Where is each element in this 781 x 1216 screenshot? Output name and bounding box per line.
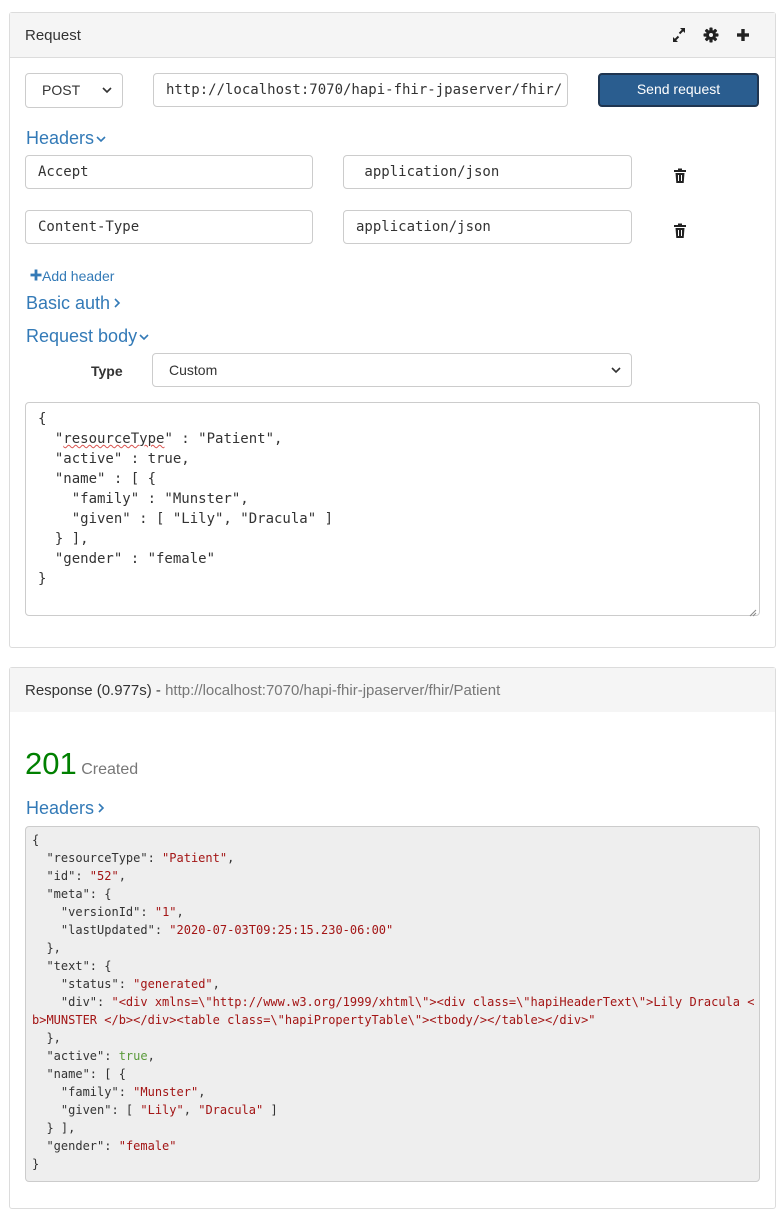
response-headers-toggle[interactable]: Headers bbox=[26, 798, 106, 819]
response-status: 201 Created bbox=[25, 746, 138, 782]
chevron-right-icon bbox=[96, 802, 106, 817]
header-name-input[interactable]: Content-Type bbox=[25, 210, 313, 244]
trash-icon[interactable] bbox=[673, 168, 687, 184]
plus-icon bbox=[30, 268, 42, 284]
code-line: } bbox=[38, 571, 47, 587]
resize-handle-icon[interactable] bbox=[747, 603, 757, 617]
headers-label: Headers bbox=[26, 128, 95, 148]
header-value-input[interactable]: application/json bbox=[343, 155, 632, 189]
code-line: { bbox=[38, 411, 47, 427]
code-line: "active" : true, bbox=[38, 451, 190, 467]
request-body-toggle[interactable]: Request body bbox=[26, 326, 149, 347]
add-header-label: Add header bbox=[42, 268, 115, 284]
chevron-down-icon bbox=[102, 83, 112, 100]
basic-auth-toggle[interactable]: Basic auth bbox=[26, 293, 122, 314]
chevron-down-icon bbox=[611, 363, 621, 380]
url-input[interactable]: http://localhost:7070/hapi-fhir-jpaserve… bbox=[153, 73, 568, 107]
request-body-textarea[interactable]: { "resourceType" : "Patient", "active" :… bbox=[25, 402, 760, 617]
header-name-input[interactable]: Accept bbox=[25, 155, 313, 189]
chevron-right-icon bbox=[112, 297, 122, 312]
code-line: "given" : [ "Lily", "Dracula" ] bbox=[38, 511, 334, 527]
response-panel-title: Response (0.977s) - http://localhost:707… bbox=[25, 682, 500, 699]
code-line: } ], bbox=[38, 531, 89, 547]
expand-icon[interactable] bbox=[670, 25, 688, 45]
status-code: 201 bbox=[25, 746, 77, 781]
type-value: Custom bbox=[169, 362, 218, 378]
request-panel-header: Request bbox=[10, 13, 775, 58]
request-body-label: Request body bbox=[26, 326, 138, 346]
method-value: POST bbox=[42, 82, 81, 98]
chevron-down-icon bbox=[96, 132, 106, 147]
add-header-button[interactable]: Add header bbox=[30, 268, 114, 284]
response-url: http://localhost:7070/hapi-fhir-jpaserve… bbox=[165, 682, 501, 699]
send-request-button[interactable]: Send request bbox=[598, 73, 759, 107]
trash-icon[interactable] bbox=[673, 223, 687, 239]
type-label: Type bbox=[91, 363, 123, 379]
request-panel: Request POST http://localhost:7070/hapi-… bbox=[9, 12, 776, 648]
spellcheck-word: resourceType bbox=[63, 431, 165, 447]
headers-toggle[interactable]: Headers bbox=[26, 128, 106, 149]
method-select[interactable]: POST bbox=[25, 73, 123, 108]
response-timing: Response (0.977s) - bbox=[25, 682, 166, 699]
request-panel-title: Request bbox=[25, 27, 81, 44]
code-line: "name" : [ { bbox=[38, 471, 157, 487]
status-text: Created bbox=[81, 761, 139, 778]
code-line: "family" : "Munster", bbox=[38, 491, 249, 507]
type-select[interactable]: Custom bbox=[152, 353, 632, 387]
response-panel: Response (0.977s) - http://localhost:707… bbox=[9, 667, 776, 1209]
response-panel-header: Response (0.977s) - http://localhost:707… bbox=[10, 668, 775, 712]
header-value-input[interactable]: application/json bbox=[343, 210, 632, 244]
chevron-down-icon bbox=[139, 330, 149, 345]
code-line: "gender" : "female" bbox=[38, 551, 216, 567]
gear-icon[interactable] bbox=[702, 25, 720, 45]
basic-auth-label: Basic auth bbox=[26, 293, 111, 313]
response-body: { "resourceType": "Patient", "id": "52",… bbox=[25, 826, 760, 1182]
code-line: "resourceType" : "Patient", bbox=[38, 431, 283, 447]
response-headers-label: Headers bbox=[26, 798, 95, 818]
plus-icon[interactable] bbox=[734, 25, 752, 45]
